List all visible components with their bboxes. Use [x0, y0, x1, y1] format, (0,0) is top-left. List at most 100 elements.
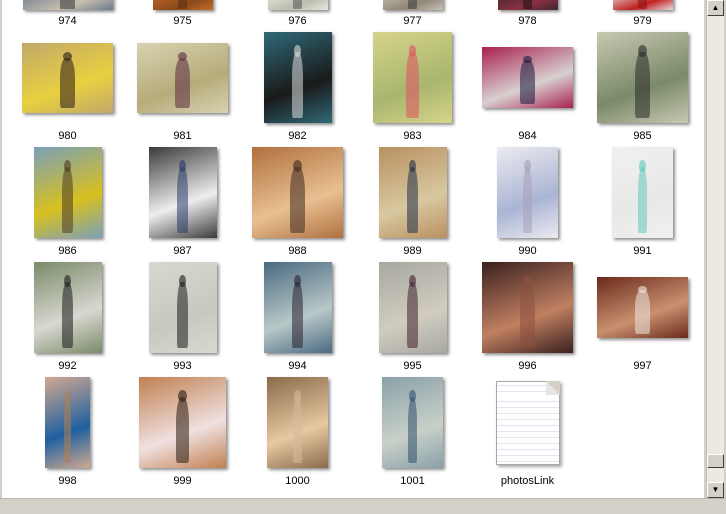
figure-shape: [407, 0, 418, 9]
file-item-photo[interactable]: 996: [470, 260, 585, 375]
figure-shape: [177, 282, 188, 348]
file-name-label: 988: [288, 245, 307, 257]
thumbnail-area: [355, 30, 470, 125]
figure-head: [178, 389, 187, 402]
file-item-photo[interactable]: 989: [355, 145, 470, 260]
file-name-label: 975: [173, 15, 192, 27]
file-item-photo[interactable]: 980: [10, 30, 125, 145]
file-item-photo[interactable]: 994: [240, 260, 355, 375]
thumbnail-area: [240, 260, 355, 355]
file-name-label: 979: [633, 15, 652, 27]
page-fold: [545, 380, 560, 395]
thumbnail-area: [10, 145, 125, 240]
file-item-photo[interactable]: 999: [125, 375, 240, 490]
file-item-photo[interactable]: 988: [240, 145, 355, 260]
photo-thumbnail: [22, 0, 113, 10]
photo-thumbnail: [373, 32, 452, 123]
thumbnail-area: [470, 30, 585, 125]
photo-thumbnail: [33, 262, 102, 353]
file-item-photo[interactable]: 977: [355, 0, 470, 30]
figure-head: [637, 44, 648, 57]
figure-head: [409, 274, 416, 287]
file-item-photo[interactable]: 995: [355, 260, 470, 375]
figure-shape: [522, 167, 533, 233]
thumbnail-area: [10, 30, 125, 125]
bottom-edge: [0, 498, 726, 514]
photo-thumbnail: [382, 0, 443, 10]
file-list-view[interactable]: 974 975 976 977 978 979 980 981 982 983 984 985 986 9…: [2, 0, 704, 498]
file-item-photo[interactable]: 981: [125, 30, 240, 145]
file-name-label: 976: [288, 15, 307, 27]
figure-head: [64, 274, 71, 287]
figure-shape: [62, 282, 73, 348]
figure-head: [65, 389, 70, 402]
photo-thumbnail: [378, 262, 447, 353]
figure-shape: [407, 282, 418, 348]
figure-shape: [635, 52, 650, 118]
photo-thumbnail: [263, 262, 332, 353]
photo-thumbnail: [267, 377, 328, 468]
file-item-photo[interactable]: 984: [470, 30, 585, 145]
file-name-label: 992: [58, 360, 77, 372]
file-item-photo[interactable]: 997: [585, 260, 700, 375]
scroll-thumb[interactable]: [707, 454, 724, 469]
photo-thumbnail: [597, 277, 688, 338]
file-item-photo[interactable]: 975: [125, 0, 240, 30]
photo-thumbnail: [45, 377, 90, 468]
figure-shape: [637, 0, 648, 9]
file-item-document[interactable]: photosLink: [470, 375, 585, 490]
figure-shape: [290, 167, 305, 233]
figure-head: [524, 159, 531, 172]
file-item-photo[interactable]: 978: [470, 0, 585, 30]
file-item-photo[interactable]: 990: [470, 145, 585, 260]
file-item-photo[interactable]: 1001: [355, 375, 470, 490]
file-item-photo[interactable]: 976: [240, 0, 355, 30]
file-item-photo[interactable]: 993: [125, 260, 240, 375]
figure-shape: [407, 167, 418, 233]
file-item-photo[interactable]: 986: [10, 145, 125, 260]
thumbnail-area: [10, 0, 125, 10]
thumbnail-area: [125, 375, 240, 470]
photo-thumbnail: [152, 0, 213, 10]
file-item-photo[interactable]: 987: [125, 145, 240, 260]
photo-thumbnail: [33, 147, 102, 238]
thumbnail-area: [355, 0, 470, 10]
file-name-label: 991: [633, 245, 652, 257]
figure-head: [409, 389, 416, 402]
file-item-photo[interactable]: 992: [10, 260, 125, 375]
file-name-label: 993: [173, 360, 192, 372]
file-name-label: 981: [173, 130, 192, 142]
file-item-photo[interactable]: 974: [10, 0, 125, 30]
figure-head: [292, 159, 303, 172]
thumbnail-area: [10, 260, 125, 355]
document-icon: [495, 380, 560, 465]
thumbnail-area: [585, 260, 700, 355]
thumbnail-area: [240, 0, 355, 10]
photo-thumbnail: [137, 42, 228, 113]
file-item-photo[interactable]: 979: [585, 0, 700, 30]
scroll-up-button[interactable]: ▲: [707, 0, 724, 16]
file-name-label: 989: [403, 245, 422, 257]
file-name-label: 982: [288, 130, 307, 142]
vertical-scrollbar[interactable]: ▲ ▼: [706, 0, 724, 498]
file-item-photo[interactable]: 985: [585, 30, 700, 145]
scroll-down-button[interactable]: ▼: [707, 482, 724, 498]
file-item-photo[interactable]: 991: [585, 145, 700, 260]
file-name-label: 999: [173, 475, 192, 487]
figure-shape: [60, 57, 75, 109]
thumbnail-area: [470, 0, 585, 10]
thumbnail-area: [470, 375, 585, 470]
file-name-label: 980: [58, 130, 77, 142]
figure-shape: [520, 282, 535, 348]
figure-shape: [63, 397, 72, 463]
file-item-photo[interactable]: 983: [355, 30, 470, 145]
file-item-photo[interactable]: 1000: [240, 375, 355, 490]
file-item-photo[interactable]: 998: [10, 375, 125, 490]
figure-shape: [292, 0, 303, 9]
file-name-label: 983: [403, 130, 422, 142]
figure-shape: [177, 167, 188, 233]
photo-thumbnail: [148, 147, 217, 238]
file-item-photo[interactable]: 982: [240, 30, 355, 145]
file-name-label: photosLink: [500, 475, 555, 487]
file-name-label: 987: [173, 245, 192, 257]
